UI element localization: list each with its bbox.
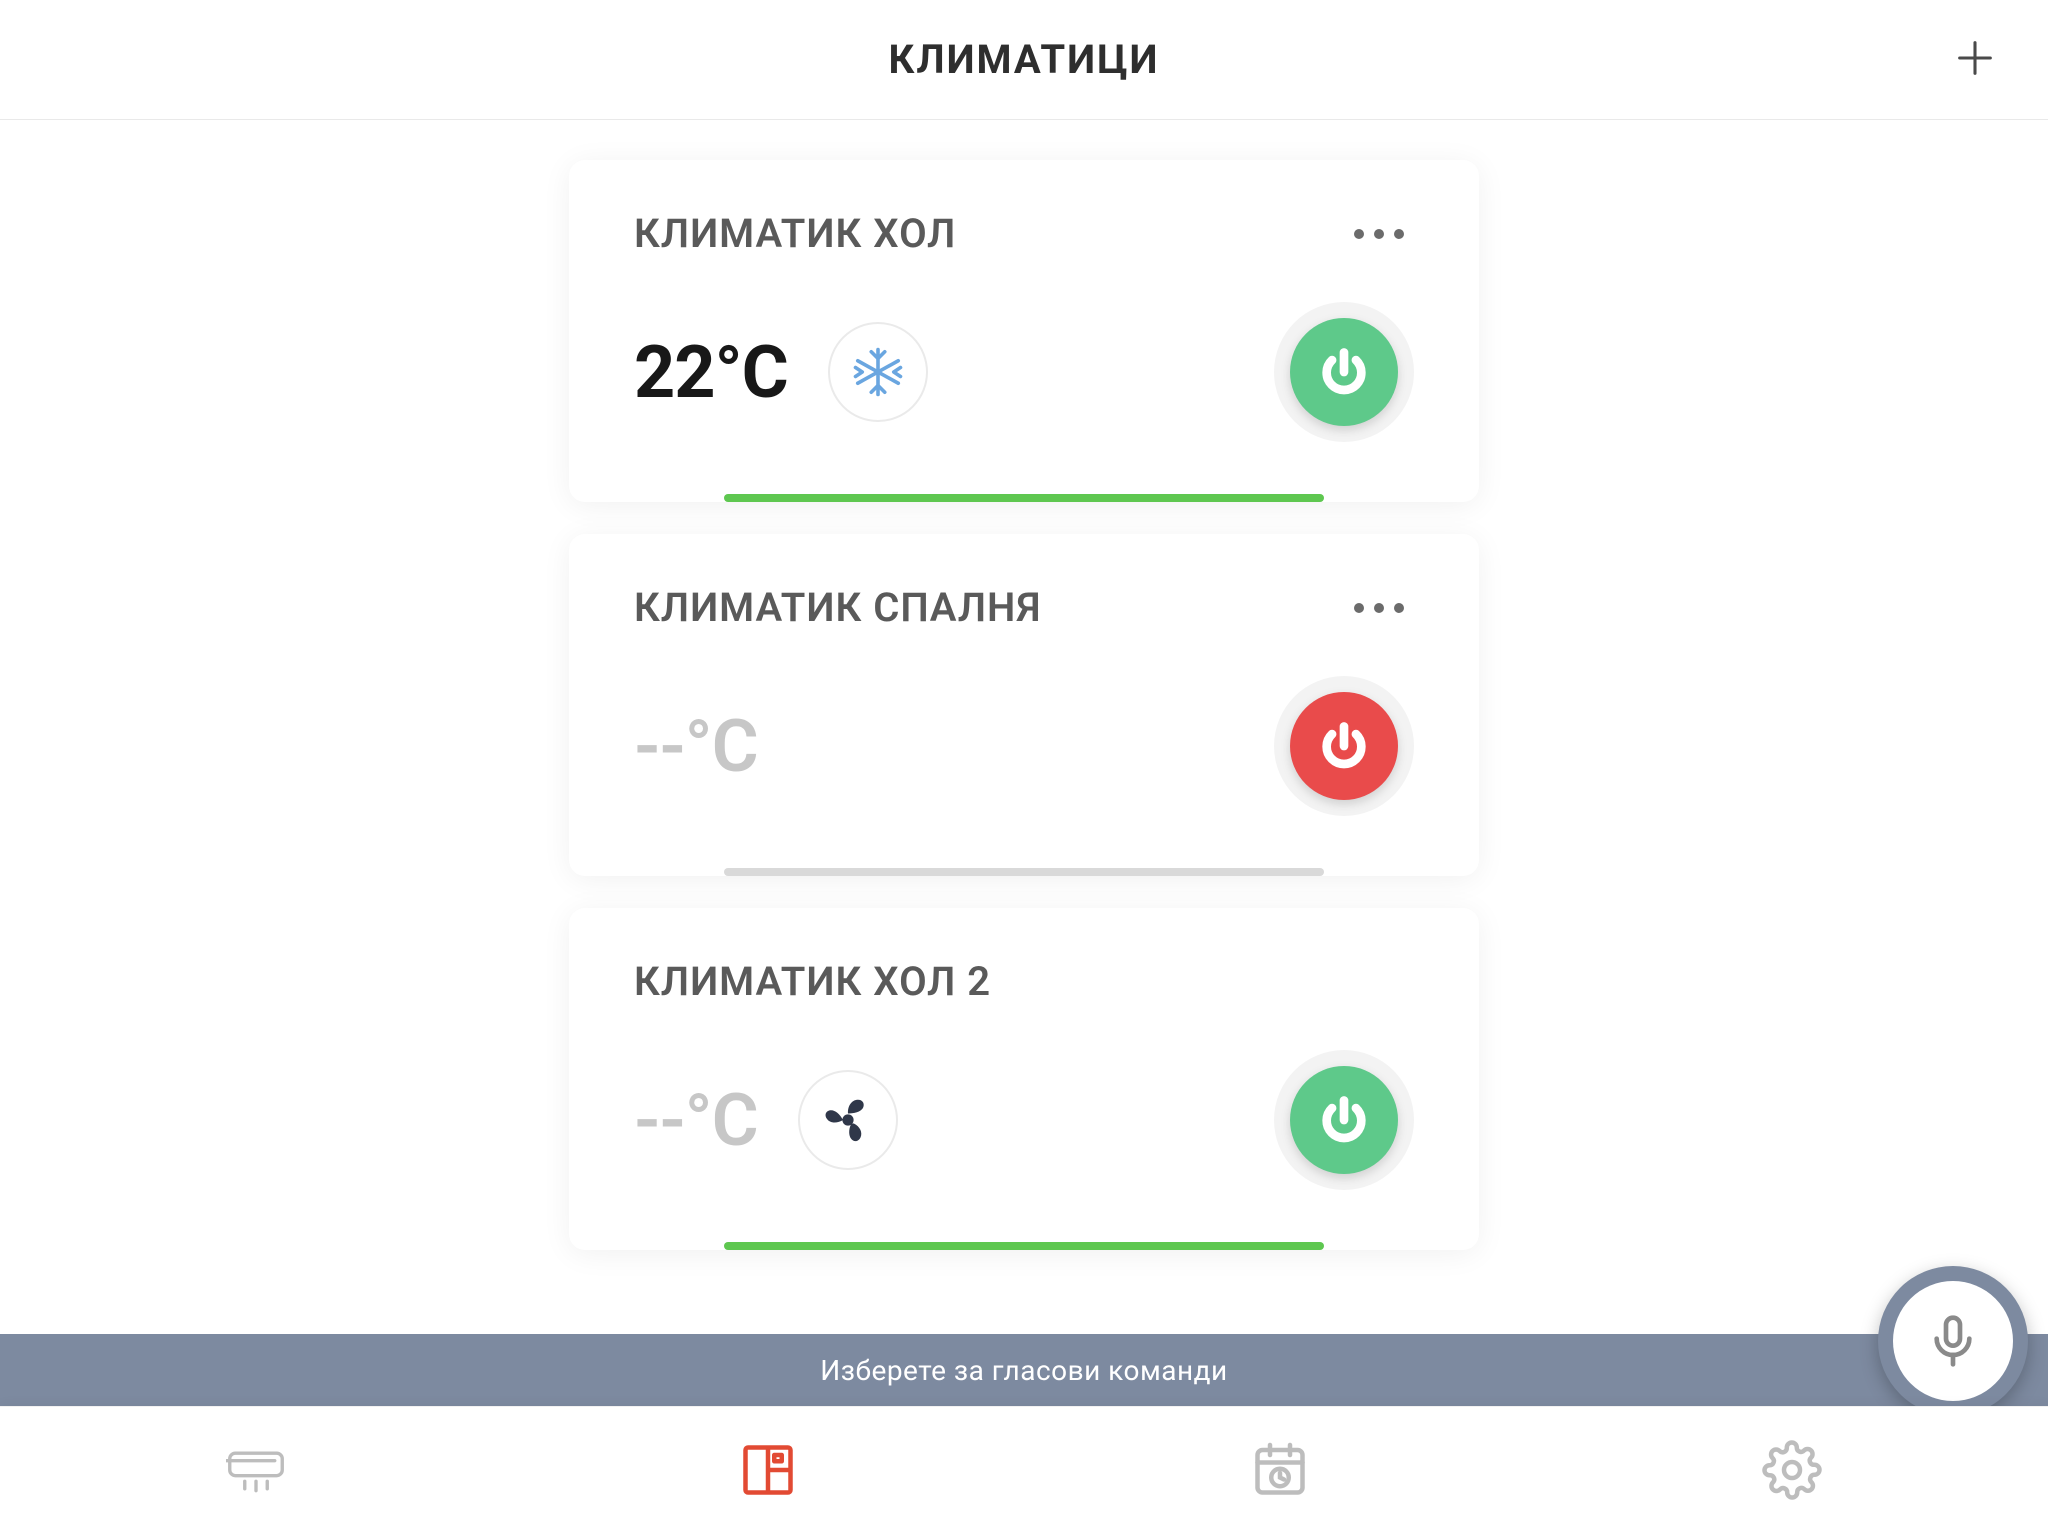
more-button[interactable] <box>1344 593 1414 623</box>
mode-badge[interactable] <box>828 322 928 422</box>
bottom-nav <box>0 1406 2048 1536</box>
progress-track <box>724 1242 1324 1250</box>
progress-fill <box>724 1242 1324 1250</box>
calendar-clock-icon <box>1250 1440 1310 1500</box>
power-wrap <box>1274 302 1414 442</box>
rooms-icon <box>738 1440 798 1500</box>
device-card[interactable]: КЛИМАТИК СПАЛНЯ --°C <box>569 534 1479 876</box>
temperature-value: --°C <box>634 1078 758 1163</box>
device-reading: --°C <box>634 1070 898 1170</box>
add-button[interactable] <box>1952 35 1998 85</box>
power-button[interactable] <box>1290 692 1398 800</box>
power-icon <box>1318 720 1370 772</box>
temperature-value: --°C <box>634 704 758 789</box>
more-button[interactable] <box>1344 219 1414 249</box>
dot-icon <box>1394 229 1404 239</box>
device-card[interactable]: КЛИМАТИК ХОЛ 22°C <box>569 160 1479 502</box>
nav-settings[interactable] <box>1722 1430 1862 1514</box>
device-name: КЛИМАТИК ХОЛ <box>634 210 956 257</box>
nav-schedule[interactable] <box>1210 1430 1350 1514</box>
voice-mic-inner <box>1893 1281 2013 1401</box>
header-bar: КЛИМАТИЦИ <box>0 0 2048 120</box>
device-card[interactable]: КЛИМАТИК ХОЛ 2 --°C <box>569 908 1479 1250</box>
snowflake-icon <box>851 345 905 399</box>
power-icon <box>1318 346 1370 398</box>
dot-icon <box>1374 603 1384 613</box>
page-title: КЛИМАТИЦИ <box>888 36 1159 83</box>
progress-track <box>724 494 1324 502</box>
power-wrap <box>1274 676 1414 816</box>
fan-icon <box>820 1092 876 1148</box>
device-reading: 22°C <box>634 322 928 422</box>
plus-icon <box>1952 35 1998 81</box>
power-button[interactable] <box>1290 1066 1398 1174</box>
device-reading: --°C <box>634 704 758 789</box>
gear-icon <box>1762 1440 1822 1500</box>
progress-track <box>724 868 1324 876</box>
voice-command-bar[interactable]: Изберете за гласови команди <box>0 1334 2048 1406</box>
voice-mic-button[interactable] <box>1878 1266 2028 1416</box>
ac-unit-icon <box>226 1440 286 1500</box>
dot-icon <box>1394 603 1404 613</box>
dot-icon <box>1354 229 1364 239</box>
device-name: КЛИМАТИК СПАЛНЯ <box>634 584 1041 631</box>
microphone-icon <box>1925 1313 1981 1369</box>
power-wrap <box>1274 1050 1414 1190</box>
nav-rooms[interactable] <box>698 1430 838 1514</box>
power-icon <box>1318 1094 1370 1146</box>
dot-icon <box>1354 603 1364 613</box>
voice-command-label: Изберете за гласови команди <box>820 1354 1227 1387</box>
device-list[interactable]: КЛИМАТИК ХОЛ 22°C <box>0 120 2048 1336</box>
mode-badge[interactable] <box>798 1070 898 1170</box>
power-button[interactable] <box>1290 318 1398 426</box>
dot-icon <box>1374 229 1384 239</box>
temperature-value: 22°C <box>634 330 788 415</box>
progress-fill <box>724 494 1324 502</box>
nav-ac-unit[interactable] <box>186 1430 326 1514</box>
device-name: КЛИМАТИК ХОЛ 2 <box>634 958 991 1005</box>
